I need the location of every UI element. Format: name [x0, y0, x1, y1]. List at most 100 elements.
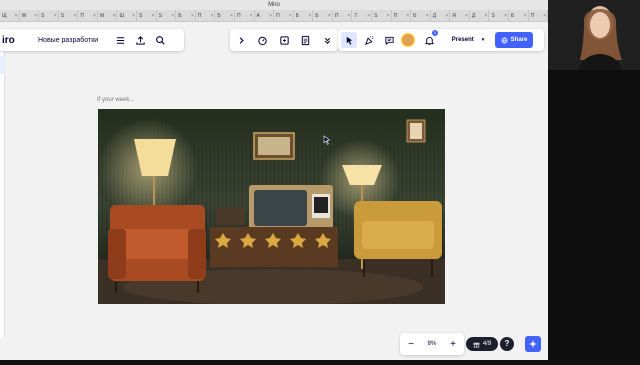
- bell-icon[interactable]: 1: [421, 30, 438, 48]
- avatar[interactable]: [401, 33, 415, 47]
- browser-tab[interactable]: Д ×: [431, 10, 451, 21]
- board-name[interactable]: Новые разработки: [38, 37, 112, 44]
- close-icon[interactable]: ×: [113, 10, 117, 21]
- browser-tab-label: П: [334, 13, 339, 19]
- browser-tab-label: S: [139, 13, 143, 19]
- browser-tab[interactable]: П ×: [78, 10, 98, 21]
- browser-tab[interactable]: S ×: [59, 10, 79, 21]
- browser-tab[interactable]: W ×: [20, 10, 40, 21]
- browser-tab[interactable]: Я ×: [450, 10, 470, 21]
- close-icon[interactable]: ×: [367, 10, 371, 21]
- window-title: Miro: [0, 0, 548, 10]
- close-icon[interactable]: ×: [465, 10, 469, 21]
- browser-tab-label: Б: [178, 13, 182, 19]
- close-icon[interactable]: ×: [250, 10, 254, 21]
- close-icon[interactable]: ×: [34, 10, 38, 21]
- notification-badge: 1: [432, 30, 438, 36]
- cursor-icon[interactable]: [341, 32, 357, 48]
- browser-tab[interactable]: П ×: [235, 10, 255, 21]
- browser-tab[interactable]: S ×: [39, 10, 59, 21]
- notes-icon[interactable]: [298, 32, 314, 48]
- frames-pager[interactable]: 4/9: [466, 337, 498, 351]
- browser-tab[interactable]: Т ×: [352, 10, 372, 21]
- close-icon[interactable]: ×: [289, 10, 293, 21]
- close-icon[interactable]: ×: [426, 10, 430, 21]
- browser-tab[interactable]: П ×: [196, 10, 216, 21]
- browser-tab[interactable]: S ×: [489, 10, 510, 21]
- sparkle-icon[interactable]: [525, 336, 541, 352]
- close-icon[interactable]: ×: [524, 10, 528, 21]
- browser-tab[interactable]: П ×: [333, 10, 353, 21]
- party-icon[interactable]: [361, 32, 377, 48]
- hamburger-icon[interactable]: [112, 32, 128, 48]
- share-button[interactable]: Share: [495, 32, 533, 48]
- close-icon[interactable]: ×: [543, 10, 547, 21]
- browser-tab[interactable]: П ×: [274, 10, 294, 21]
- left-edge-panel: [0, 38, 5, 338]
- browser-tab[interactable]: Б ×: [313, 10, 333, 21]
- browser-tab[interactable]: Д ×: [470, 10, 490, 21]
- browser-tab[interactable]: S ×: [372, 10, 392, 21]
- close-icon[interactable]: ×: [54, 10, 58, 21]
- chevron-down-icon[interactable]: ▾: [482, 37, 485, 43]
- present-button[interactable]: Present ▾: [443, 32, 493, 48]
- close-icon[interactable]: ×: [387, 10, 391, 21]
- comment-icon[interactable]: [381, 32, 397, 48]
- close-icon[interactable]: ×: [93, 10, 97, 21]
- search-icon[interactable]: [152, 32, 168, 48]
- close-icon[interactable]: ×: [445, 10, 449, 21]
- browser-tab[interactable]: П ×: [392, 10, 412, 21]
- close-icon[interactable]: ×: [308, 10, 312, 21]
- browser-tab[interactable]: Ш ×: [117, 10, 138, 21]
- browser-tab[interactable]: Б ×: [509, 10, 529, 21]
- close-icon[interactable]: ×: [171, 10, 175, 21]
- collaboration-tools: [230, 29, 338, 51]
- close-icon[interactable]: ×: [269, 10, 273, 21]
- close-icon[interactable]: ×: [152, 10, 156, 21]
- close-icon[interactable]: ×: [191, 10, 195, 21]
- browser-tab[interactable]: Б ×: [294, 10, 314, 21]
- browser-tab-label: П: [80, 13, 84, 19]
- browser-tab[interactable]: А ×: [255, 10, 275, 21]
- browser-tab[interactable]: S ×: [137, 10, 157, 21]
- browser-tab-label: Т: [354, 13, 358, 19]
- zoom-controls: − 8% +: [400, 333, 464, 355]
- chevron-right-icon[interactable]: [233, 32, 249, 48]
- close-icon[interactable]: ×: [15, 10, 19, 21]
- browser-tab-label: S: [158, 13, 162, 19]
- close-icon[interactable]: ×: [132, 10, 136, 21]
- browser-tab-strip: Щ × W × S × S × П × M × Ш × S × S × Б × П × Б × П × А × П × Б × Б × П × Т × S ×…: [0, 10, 548, 22]
- zoom-out-button[interactable]: −: [406, 339, 416, 350]
- close-icon[interactable]: ×: [328, 10, 332, 21]
- browser-tab[interactable]: S ×: [157, 10, 177, 21]
- zoom-in-button[interactable]: +: [448, 339, 458, 350]
- help-button[interactable]: ?: [500, 337, 514, 351]
- miro-logo: iro: [2, 34, 15, 46]
- browser-tab[interactable]: M ×: [98, 10, 118, 21]
- browser-tab[interactable]: Щ ×: [0, 10, 20, 21]
- browser-tab[interactable]: Б ×: [176, 10, 196, 21]
- browser-tab-label: П: [276, 13, 280, 19]
- frame-image[interactable]: [98, 109, 445, 304]
- gift-icon: [473, 342, 480, 347]
- browser-tab[interactable]: Б ×: [215, 10, 235, 21]
- share-label: Share: [510, 37, 528, 43]
- browser-tab[interactable]: Б ×: [411, 10, 431, 21]
- board-icon[interactable]: [276, 32, 292, 48]
- close-icon[interactable]: ×: [504, 10, 508, 21]
- browser-tab-label: W: [21, 13, 27, 19]
- chevrons-down-icon[interactable]: [319, 32, 335, 48]
- zoom-level[interactable]: 8%: [428, 341, 437, 347]
- timer-icon[interactable]: [255, 32, 271, 48]
- close-icon[interactable]: ×: [210, 10, 214, 21]
- webcam-feed: [548, 0, 640, 360]
- board-header: iro Новые разработки: [0, 29, 184, 51]
- upload-icon[interactable]: [132, 32, 148, 48]
- close-icon[interactable]: ×: [230, 10, 234, 21]
- close-icon[interactable]: ×: [485, 10, 489, 21]
- frame-title[interactable]: If your week...: [97, 97, 134, 103]
- browser-tab[interactable]: П ×: [529, 10, 548, 21]
- close-icon[interactable]: ×: [73, 10, 77, 21]
- close-icon[interactable]: ×: [406, 10, 410, 21]
- close-icon[interactable]: ×: [347, 10, 351, 21]
